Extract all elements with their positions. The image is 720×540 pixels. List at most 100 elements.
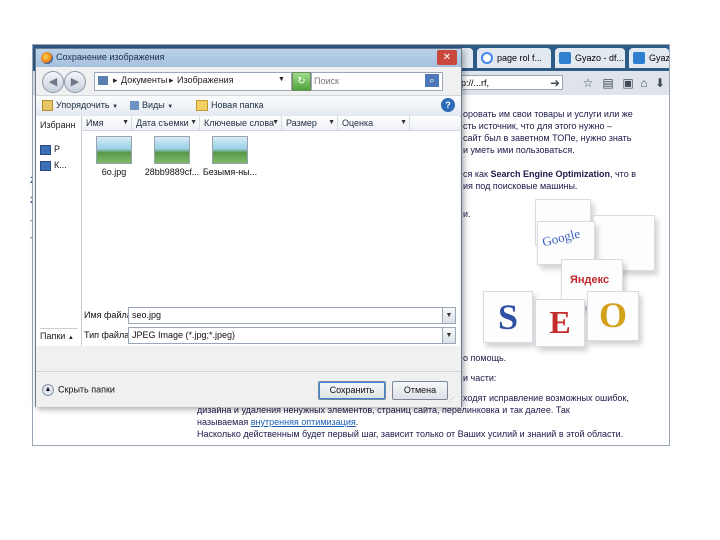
forward-arrow-icon[interactable]: ▶ xyxy=(64,71,86,93)
breadcrumb[interactable]: ▸ Документы ▸ Изображения ▼ xyxy=(94,72,292,91)
chevron-down-icon: ▼ xyxy=(400,119,407,126)
file-item[interactable]: 6o.jpg xyxy=(86,136,142,184)
nav-item[interactable]: К... xyxy=(40,160,67,171)
gyazo-icon xyxy=(633,52,645,64)
article-line: сайт был в заветном ТОПе, нужно знать xyxy=(463,133,632,143)
column-keywords[interactable]: Ключевые слова ▼ xyxy=(200,116,282,130)
tab-label: page rol f... xyxy=(497,53,543,63)
column-label: Ключевые слова xyxy=(204,118,275,128)
star-icon[interactable]: ☆ xyxy=(581,76,595,90)
column-label: Дата съемки xyxy=(136,118,189,128)
chevron-down-icon: ▼ xyxy=(122,119,129,126)
dialog-toolbar: Упорядочить ▼ Виды ▼ Новая папка ? xyxy=(36,95,461,117)
column-rating[interactable]: Оценка ▼ xyxy=(338,116,410,130)
new-folder-button[interactable]: Новая папка xyxy=(196,99,263,112)
search-input[interactable] xyxy=(314,74,414,87)
filetype-value[interactable] xyxy=(132,329,432,341)
chevron-down-icon: ▼ xyxy=(112,104,119,110)
filename-input[interactable] xyxy=(132,309,432,321)
file-item[interactable]: 28bb9889cf... xyxy=(144,136,200,184)
seo-letter-o: O xyxy=(598,295,627,335)
chevron-down-icon[interactable]: ▼ xyxy=(278,76,285,83)
new-folder-icon xyxy=(196,100,208,112)
column-date[interactable]: Дата съемки ▼ xyxy=(132,116,200,130)
computer-icon xyxy=(40,144,51,155)
column-size[interactable]: Размер ▼ xyxy=(282,116,338,130)
chevron-up-icon: ▲ xyxy=(42,384,54,396)
hide-folders-label: Скрыть папки xyxy=(58,384,115,395)
save-image-dialog: Сохранение изображения ✕ ◀ ▶ ▸ Документы… xyxy=(35,48,462,407)
dialog-footer: ▲ Скрыть папки Сохранить Отмена ⋰ xyxy=(36,371,461,407)
breadcrumb-separator: ▸ xyxy=(169,75,174,85)
article-line: о помощь. xyxy=(463,353,507,363)
file-name: 6o.jpg xyxy=(101,167,127,177)
gyazo-icon xyxy=(559,52,571,64)
breadcrumb-item[interactable]: Документы xyxy=(121,75,167,85)
browser-tab[interactable]: page rol f... xyxy=(477,48,551,68)
yandex-label: Яндекс xyxy=(570,274,610,286)
image-thumbnail xyxy=(212,136,248,164)
chevron-down-icon[interactable]: ▼ xyxy=(442,308,455,323)
breadcrumb-separator: ▸ xyxy=(113,75,118,85)
browser-tab[interactable]: Gyazo - df... xyxy=(555,48,625,68)
views-icon xyxy=(130,101,139,111)
browser-tab[interactable]: Gyazo xyxy=(629,48,669,68)
internal-optimization-link[interactable]: внутренняя оптимизация xyxy=(251,417,356,427)
nav-item[interactable]: P xyxy=(40,144,60,155)
home-icon[interactable]: ⌂ xyxy=(637,76,651,90)
go-arrow-icon[interactable]: ➜ xyxy=(548,76,562,90)
nav-item-label: P xyxy=(54,144,61,154)
hide-folders-button[interactable]: ▲ Скрыть папки xyxy=(42,384,115,396)
filetype-label: Тип файла: xyxy=(84,330,132,340)
article-line: ходят исправление возможных ошибок, xyxy=(463,393,629,403)
column-headers: Имя ▼ Дата съемки ▼ Ключевые слова ▼ Размер… xyxy=(82,116,460,131)
search-box: ⌕ xyxy=(311,72,443,91)
seo-letter-e: E xyxy=(549,304,571,340)
search-icon[interactable]: ⌕ xyxy=(425,74,439,87)
seo-cube-s: S xyxy=(483,291,533,343)
views-button[interactable]: Виды ▼ xyxy=(130,99,173,114)
column-label: Размер xyxy=(286,118,317,128)
article-line: Насколько действенным будет первый шаг, … xyxy=(197,429,624,439)
image-thumbnail xyxy=(96,136,132,164)
bold-phrase: Search Engine Optimization xyxy=(490,169,610,179)
help-icon[interactable]: ? xyxy=(441,98,455,112)
article-line: ия под поисковые машины. xyxy=(463,181,578,191)
favorites-header[interactable]: Избранн xyxy=(40,120,76,130)
refresh-icon[interactable]: ↻ xyxy=(292,72,311,91)
seo-graphic: Google Яндекс S E O xyxy=(483,195,669,347)
resize-grip[interactable]: ⋰ xyxy=(448,396,458,406)
clipboard-icon[interactable]: ▤ xyxy=(601,76,615,90)
file-item[interactable]: Безымя-ны... xyxy=(202,136,258,184)
organize-button[interactable]: Упорядочить ▼ xyxy=(42,99,118,114)
url-field[interactable]: ttp://...rf, xyxy=(451,75,563,90)
download-icon[interactable]: ⬇ xyxy=(653,76,667,90)
filetype-select[interactable]: ▼ xyxy=(128,327,456,344)
article-line: и. xyxy=(463,209,471,219)
seo-letter-s: S xyxy=(497,297,519,337)
breadcrumb-item[interactable]: Изображения xyxy=(177,75,234,85)
file-name: Безымя-ны... xyxy=(202,167,258,177)
dialog-nav-row: ◀ ▶ ▸ Документы ▸ Изображения ▼ ↻ ⌕ xyxy=(36,67,461,95)
cancel-button[interactable]: Отмена xyxy=(392,381,448,400)
article-line: сть источник, что для этого нужно – xyxy=(463,121,612,131)
chevron-down-icon: ▼ xyxy=(272,119,279,126)
chevron-down-icon[interactable]: ▼ xyxy=(442,328,455,343)
back-arrow-icon[interactable]: ◀ xyxy=(42,71,64,93)
filetype-row: Тип файла: ▼ xyxy=(36,327,461,344)
organize-icon xyxy=(42,100,53,112)
save-button[interactable]: Сохранить xyxy=(318,381,386,400)
folder-icon xyxy=(98,76,108,85)
image-thumbnail xyxy=(154,136,190,164)
dialog-titlebar[interactable]: Сохранение изображения ✕ xyxy=(36,49,461,67)
firefox-icon xyxy=(41,52,53,64)
nav-item-label: К... xyxy=(54,160,67,170)
close-button[interactable]: ✕ xyxy=(437,50,457,65)
tab-label: Gyazo xyxy=(649,53,669,63)
seo-cube-e: E xyxy=(535,299,585,347)
column-name[interactable]: Имя ▼ xyxy=(82,116,132,130)
seo-cube-o: O xyxy=(587,291,639,341)
lock-icon[interactable]: ▣ xyxy=(621,76,635,90)
article-line: и части: xyxy=(463,373,497,383)
chevron-down-icon: ▼ xyxy=(190,119,197,126)
